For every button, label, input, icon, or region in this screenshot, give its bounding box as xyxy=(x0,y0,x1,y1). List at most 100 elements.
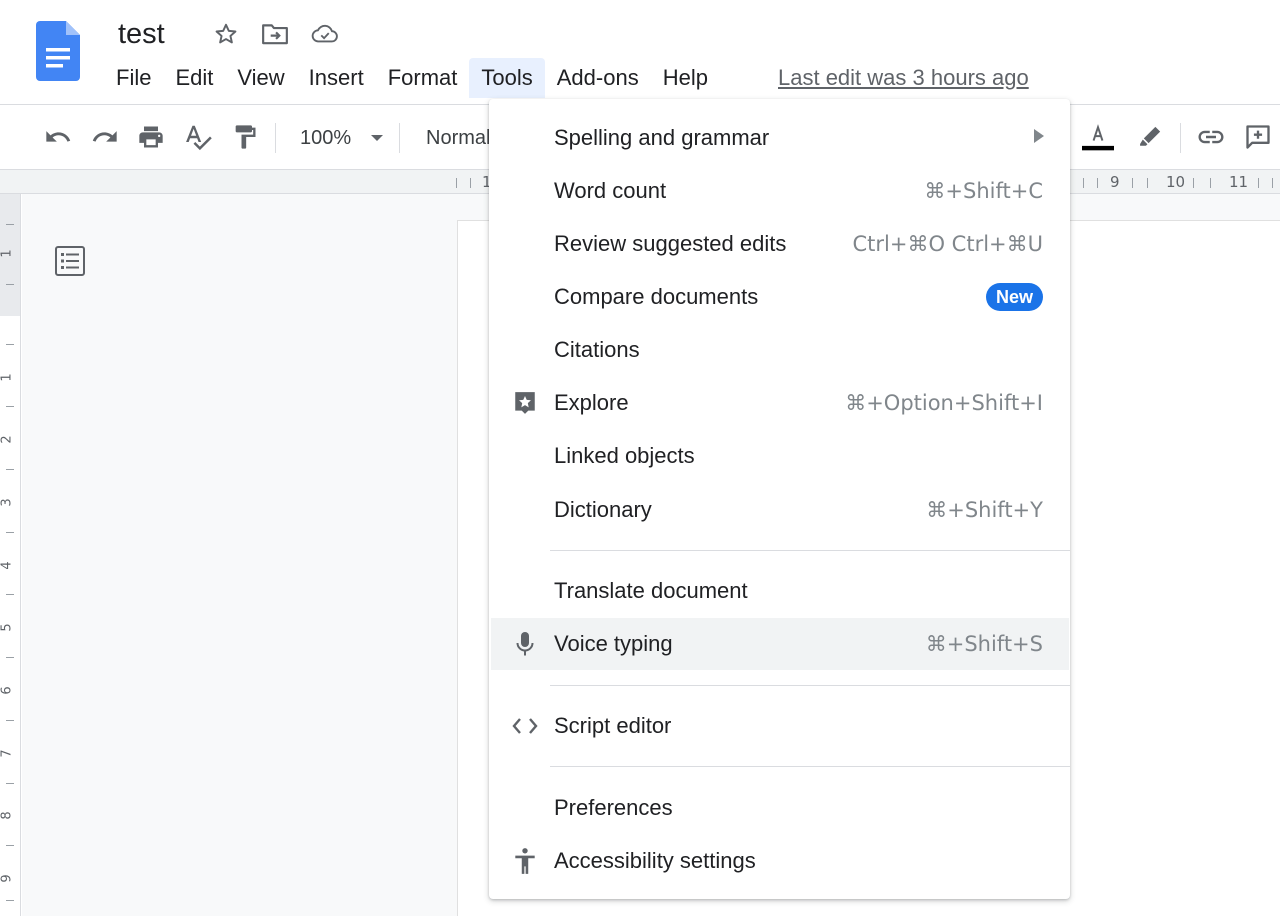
menu-item-label: Accessibility settings xyxy=(554,848,756,873)
last-edit-link[interactable]: Last edit was 3 hours ago xyxy=(778,63,1029,93)
menu-view[interactable]: View xyxy=(225,58,296,98)
tools-menu: Spelling and grammar Word count ⌘+Shift+… xyxy=(489,99,1070,899)
explore-icon xyxy=(511,389,539,417)
ruler-number: 9 xyxy=(1110,173,1120,191)
menu-item-dictionary[interactable]: Dictionary ⌘+Shift+Y xyxy=(489,484,1070,536)
ruler-tick xyxy=(6,845,14,846)
menu-separator xyxy=(550,766,1070,767)
ruler-tick xyxy=(6,406,14,407)
paragraph-style-select[interactable]: Normal xyxy=(426,123,490,153)
ruler-tick xyxy=(470,178,471,188)
ruler-tick xyxy=(6,783,14,784)
menu-tools[interactable]: Tools xyxy=(469,58,545,98)
text-color-icon[interactable] xyxy=(1082,121,1114,153)
highlight-color-icon[interactable] xyxy=(1134,121,1166,153)
menu-addons[interactable]: Add-ons xyxy=(545,58,651,98)
document-title[interactable]: test xyxy=(118,16,165,52)
ruler-tick xyxy=(6,224,14,225)
cloud-saved-icon[interactable] xyxy=(311,20,339,48)
toolbar-separator xyxy=(1180,123,1181,153)
new-badge: New xyxy=(985,283,1043,311)
menu-item-script-editor[interactable]: Script editor xyxy=(489,700,1070,752)
menu-item-label: Preferences xyxy=(554,795,673,820)
menu-insert[interactable]: Insert xyxy=(297,58,376,98)
menu-edit[interactable]: Edit xyxy=(163,58,225,98)
menu-file[interactable]: File xyxy=(104,58,163,98)
ruler-tick xyxy=(6,469,14,470)
menu-item-label: Linked objects xyxy=(554,443,695,468)
code-icon xyxy=(511,712,539,740)
ruler-tick xyxy=(1097,178,1098,188)
add-comment-icon[interactable] xyxy=(1242,121,1274,153)
ruler-tick xyxy=(6,657,14,658)
ruler-number: 11 xyxy=(1229,173,1249,191)
microphone-icon xyxy=(511,630,539,658)
menu-item-label: Translate document xyxy=(554,578,748,603)
undo-icon[interactable] xyxy=(42,121,74,153)
menu-item-review-suggested-edits[interactable]: Review suggested edits Ctrl+⌘O Ctrl+⌘U xyxy=(489,218,1070,270)
menu-item-label: Citations xyxy=(554,337,640,362)
spellcheck-icon[interactable] xyxy=(182,121,214,153)
menu-item-word-count[interactable]: Word count ⌘+Shift+C xyxy=(489,165,1070,217)
move-to-folder-icon[interactable] xyxy=(261,20,289,48)
submenu-arrow-icon xyxy=(1034,129,1044,143)
ruler-tick xyxy=(1193,178,1194,188)
menu-item-preferences[interactable]: Preferences xyxy=(489,782,1070,834)
menu-item-spelling-and-grammar[interactable]: Spelling and grammar xyxy=(489,112,1070,164)
ruler-tick xyxy=(6,594,14,595)
menu-item-label: Voice typing xyxy=(554,631,673,656)
menu-item-accessibility-settings[interactable]: Accessibility settings xyxy=(489,835,1070,887)
ruler-tick xyxy=(6,284,14,285)
docs-logo-icon[interactable] xyxy=(36,21,80,81)
menu-item-shortcut: ⌘+Shift+Y xyxy=(926,498,1043,522)
ruler-number: 8 xyxy=(0,811,15,820)
star-icon[interactable] xyxy=(212,20,240,48)
menu-help[interactable]: Help xyxy=(651,58,720,98)
menu-item-compare-documents[interactable]: Compare documents New xyxy=(489,271,1070,323)
accessibility-icon xyxy=(511,847,539,875)
menu-item-label: Dictionary xyxy=(554,497,652,522)
zoom-select[interactable]: 100% xyxy=(300,123,351,153)
menu-item-label: Compare documents xyxy=(554,284,759,309)
ruler-tick xyxy=(1147,178,1148,188)
menu-item-label: Spelling and grammar xyxy=(554,125,770,150)
menu-format[interactable]: Format xyxy=(376,58,470,98)
menu-item-voice-typing[interactable]: Voice typing ⌘+Shift+S xyxy=(491,618,1069,670)
menu-item-linked-objects[interactable]: Linked objects xyxy=(489,430,1070,482)
ruler-tick xyxy=(1210,178,1211,188)
menu-item-label: Script editor xyxy=(554,713,672,738)
insert-link-icon[interactable] xyxy=(1195,121,1227,153)
ruler-tick xyxy=(6,720,14,721)
ruler-number: 10 xyxy=(1166,173,1186,191)
menu-separator xyxy=(550,685,1070,686)
zoom-dropdown-icon[interactable] xyxy=(370,133,384,143)
ruler-number: 2 xyxy=(0,435,15,444)
menu-item-label: Review suggested edits xyxy=(554,231,787,256)
print-icon[interactable] xyxy=(135,121,167,153)
menu-item-explore[interactable]: Explore ⌘+Option+Shift+I xyxy=(489,377,1070,429)
ruler-tick xyxy=(6,532,14,533)
menu-item-translate-document[interactable]: Translate document xyxy=(489,565,1070,617)
redo-icon[interactable] xyxy=(89,121,121,153)
ruler-number: 9 xyxy=(0,874,15,883)
toolbar-separator xyxy=(399,123,400,153)
ruler-tick xyxy=(1272,178,1273,188)
document-outline-icon[interactable] xyxy=(54,245,86,277)
paint-format-icon[interactable] xyxy=(229,121,261,153)
ruler-number: 1 xyxy=(0,249,15,258)
menu-item-citations[interactable]: Citations xyxy=(489,324,1070,376)
menu-item-label: Explore xyxy=(554,390,629,415)
menu-item-label: Word count xyxy=(554,178,667,203)
ruler-tick xyxy=(6,344,14,345)
ruler-number: 3 xyxy=(0,498,15,507)
ruler-number: 1 xyxy=(0,373,15,382)
ruler-tick xyxy=(1083,178,1084,188)
ruler-tick xyxy=(6,900,14,901)
menu-item-shortcut: Ctrl+⌘O Ctrl+⌘U xyxy=(852,232,1044,256)
ruler-tick xyxy=(456,178,457,188)
vertical-ruler[interactable]: 1 1 2 3 4 5 6 7 8 9 xyxy=(0,194,21,916)
menu-item-shortcut: ⌘+Shift+C xyxy=(924,179,1043,203)
ruler-tick xyxy=(1132,178,1133,188)
toolbar-separator xyxy=(275,123,276,153)
menu-item-shortcut: ⌘+Shift+S xyxy=(925,632,1043,656)
